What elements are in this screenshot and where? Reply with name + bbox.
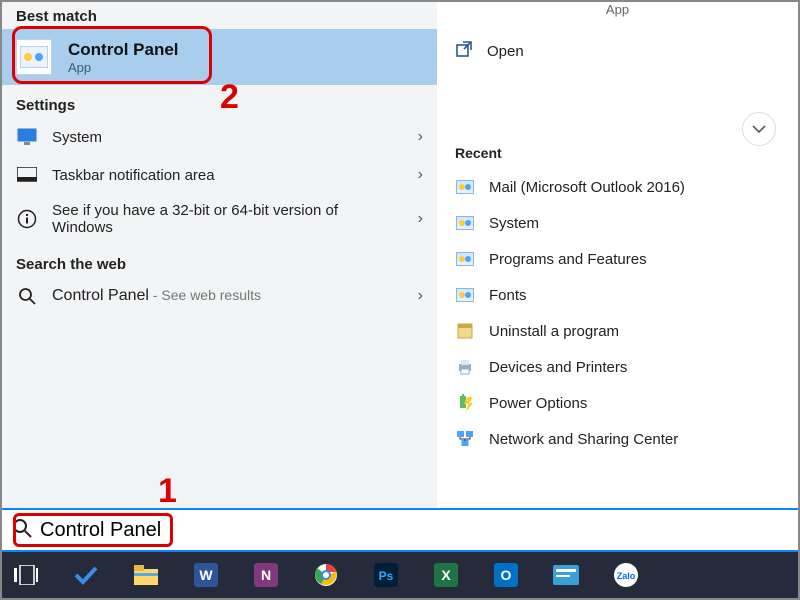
recent-item[interactable]: Mail (Microsoft Outlook 2016) [455, 169, 780, 205]
photoshop-icon[interactable]: Ps [372, 561, 400, 589]
monitor-icon [16, 126, 38, 148]
left-panel: Best match Control Panel App Settings Sy… [2, 2, 437, 508]
best-match-title: Control Panel [68, 40, 179, 60]
right-panel: App Open Recent Mail (Microsoft Outlook … [437, 2, 798, 508]
onenote-icon[interactable]: N [252, 561, 280, 589]
control-panel-icon [455, 213, 475, 233]
chrome-icon[interactable] [312, 561, 340, 589]
chevron-down-icon [752, 124, 766, 134]
settings-item-taskbar[interactable]: Taskbar notification area › [2, 156, 437, 194]
file-explorer-icon[interactable] [132, 561, 160, 589]
svg-text:X: X [441, 567, 451, 583]
recent-item[interactable]: Power Options [455, 385, 780, 421]
control-panel-icon [455, 177, 475, 197]
search-bar[interactable] [2, 508, 798, 552]
recent-item[interactable]: Fonts [455, 277, 780, 313]
svg-text:N: N [261, 567, 271, 583]
open-action[interactable]: Open [455, 16, 780, 75]
svg-text:W: W [199, 567, 213, 583]
settings-item-label: Taskbar notification area [52, 167, 215, 184]
recent-item[interactable]: Programs and Features [455, 241, 780, 277]
svg-text:Ps: Ps [379, 569, 394, 583]
control-panel-icon [455, 285, 475, 305]
recent-header: Recent [455, 145, 780, 161]
web-result-item[interactable]: Control Panel - See web results › [2, 277, 437, 315]
svg-text:O: O [501, 567, 512, 583]
chevron-right-icon: › [418, 166, 423, 184]
app-type-label: App [455, 2, 780, 16]
search-web-header: Search the web [2, 250, 437, 277]
open-icon [455, 40, 473, 63]
chevron-right-icon: › [418, 210, 423, 228]
best-match-text: Control Panel App [68, 40, 179, 75]
programs-icon [455, 321, 475, 341]
web-result-label: Control Panel - See web results [52, 287, 261, 305]
word-icon[interactable]: W [192, 561, 220, 589]
recent-item[interactable]: System [455, 205, 780, 241]
search-icon [12, 518, 32, 543]
outlook-icon[interactable]: O [492, 561, 520, 589]
recent-list: Mail (Microsoft Outlook 2016) System Pro… [455, 169, 780, 457]
search-input[interactable] [40, 519, 340, 542]
printer-icon [455, 357, 475, 377]
taskbar: W N Ps X O Zalo [2, 552, 798, 598]
best-match-subtitle: App [68, 60, 179, 75]
settings-item-system[interactable]: System › [2, 118, 437, 156]
recent-item[interactable]: Network and Sharing Center [455, 421, 780, 457]
settings-item-label: See if you have a 32-bit or 64-bit versi… [52, 202, 352, 236]
chevron-right-icon: › [418, 128, 423, 146]
excel-icon[interactable]: X [432, 561, 460, 589]
settings-item-bitversion[interactable]: See if you have a 32-bit or 64-bit versi… [2, 194, 437, 244]
best-match-header: Best match [2, 2, 437, 29]
settings-header: Settings [2, 91, 437, 118]
recent-item[interactable]: Devices and Printers [455, 349, 780, 385]
todo-icon[interactable] [72, 561, 100, 589]
expand-button[interactable] [742, 112, 776, 146]
info-icon [16, 208, 38, 230]
recent-item[interactable]: Uninstall a program [455, 313, 780, 349]
taskbar-icon [16, 164, 38, 186]
task-view-icon[interactable] [12, 561, 40, 589]
svg-text:Zalo: Zalo [617, 571, 636, 581]
control-panel-icon [455, 249, 475, 269]
card-icon[interactable] [552, 561, 580, 589]
search-icon [16, 285, 38, 307]
settings-item-label: System [52, 129, 102, 146]
zalo-icon[interactable]: Zalo [612, 561, 640, 589]
network-icon [455, 429, 475, 449]
open-label: Open [487, 43, 524, 60]
best-match-item[interactable]: Control Panel App [2, 29, 437, 85]
chevron-right-icon: › [418, 287, 423, 305]
control-panel-icon [16, 39, 52, 75]
power-icon [455, 393, 475, 413]
